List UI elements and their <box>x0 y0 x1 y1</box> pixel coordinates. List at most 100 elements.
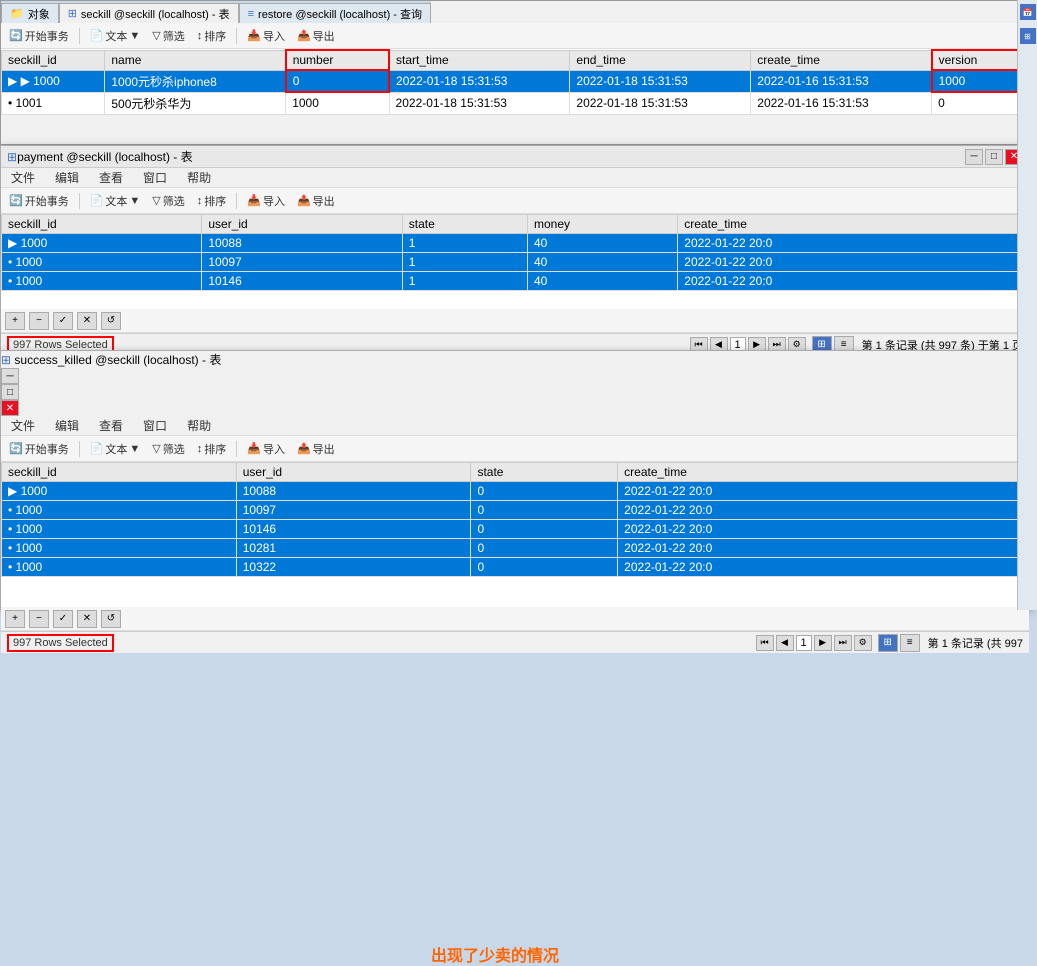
killed-remove-btn[interactable]: − <box>29 610 49 628</box>
table-row[interactable]: • 1000 10146 1 40 2022-01-22 20:0 <box>2 272 1029 291</box>
col-seckill-id[interactable]: seckill_id <box>2 50 105 70</box>
killed-cancel-btn[interactable]: ✕ <box>77 610 97 628</box>
payment-text-btn[interactable]: 📄 文本 ▼ <box>86 191 145 211</box>
col-start-time[interactable]: start_time <box>389 50 570 70</box>
payment-menu-window[interactable]: 窗口 <box>139 169 171 186</box>
cell-name: 500元秒杀华为 <box>105 92 286 114</box>
killed-confirm-btn[interactable]: ✓ <box>53 610 73 628</box>
table-row[interactable]: ▶ 1000 10088 1 40 2022-01-22 20:0 <box>2 234 1029 253</box>
table-row[interactable]: • 1000 10281 0 2022-01-22 20:0 <box>2 539 1029 558</box>
killed-maximize-btn[interactable]: □ <box>1 384 19 400</box>
k-col-seckill-id[interactable]: seckill_id <box>2 463 237 482</box>
killed-sort-btn[interactable]: ↕ 排序 <box>193 439 231 459</box>
tab-bar: 📁 对象 ⊞ seckill @seckill (localhost) - 表 … <box>1 1 431 23</box>
p-col-create-time[interactable]: create_time <box>678 215 1029 234</box>
seckill-text-btn[interactable]: 📄 文本 ▼ <box>86 26 145 46</box>
payment-refresh-btn[interactable]: ↺ <box>101 312 121 330</box>
killed-next-page-btn[interactable]: ▶ <box>814 635 832 651</box>
killed-menu-edit[interactable]: 编辑 <box>51 417 83 434</box>
payment-cancel-btn[interactable]: ✕ <box>77 312 97 330</box>
killed-close-btn[interactable]: ✕ <box>1 400 19 416</box>
payment-remove-btn[interactable]: − <box>29 312 49 330</box>
seckill-export-btn[interactable]: 📤 导出 <box>293 26 339 46</box>
k-col-create-time[interactable]: create_time <box>618 463 1029 482</box>
table-row[interactable]: • 1000 10097 1 40 2022-01-22 20:0 <box>2 253 1029 272</box>
seckill-filter-btn[interactable]: ▽ 筛选 <box>148 26 188 46</box>
table-row[interactable]: • 1001 500元秒杀华为 1000 2022-01-18 15:31:53… <box>2 92 1036 114</box>
payment-add-btn[interactable]: + <box>5 312 25 330</box>
sidebar-table-icon[interactable]: ⊞ <box>1020 28 1036 44</box>
col-end-time[interactable]: end_time <box>570 50 751 70</box>
k-cell-state: 0 <box>471 501 618 520</box>
killed-refresh-btn[interactable]: ↺ <box>101 610 121 628</box>
killed-title: success_killed @seckill (localhost) - 表 <box>14 353 221 367</box>
killed-start-transaction-btn[interactable]: 🔄 开始事务 <box>5 439 73 459</box>
killed-menu-file[interactable]: 文件 <box>7 417 39 434</box>
killed-grid-view-btn[interactable]: ⊞ <box>878 634 898 652</box>
payment-menubar: 文件 编辑 查看 窗口 帮助 <box>1 168 1029 188</box>
killed-export-btn[interactable]: 📤 导出 <box>293 439 339 459</box>
sidebar-calendar-icon[interactable]: 📅 <box>1020 4 1036 20</box>
text-dropdown-icon: ▼ <box>129 30 140 42</box>
payment-menu-edit[interactable]: 编辑 <box>51 169 83 186</box>
right-sidebar: 📅 ⊞ <box>1017 0 1037 610</box>
k-cell-create-time: 2022-01-22 20:0 <box>618 539 1029 558</box>
seckill-start-transaction-btn[interactable]: 🔄 开始事务 <box>5 26 73 46</box>
p-cell-create-time: 2022-01-22 20:0 <box>678 253 1029 272</box>
filter-icon: ▽ <box>152 29 160 42</box>
table-row[interactable]: • 1000 10097 0 2022-01-22 20:0 <box>2 501 1029 520</box>
killed-menu-help[interactable]: 帮助 <box>183 417 215 434</box>
payment-sort-btn[interactable]: ↕ 排序 <box>193 191 231 211</box>
start-transaction-icon: 🔄 <box>9 29 23 42</box>
k-cell-seckill-id: • 1000 <box>2 520 237 539</box>
p-col-user-id[interactable]: user_id <box>202 215 402 234</box>
killed-import-btn[interactable]: 📥 导入 <box>243 439 289 459</box>
p-cell-user-id: 10097 <box>202 253 402 272</box>
killed-form-view-btn[interactable]: ≡ <box>900 634 920 652</box>
col-name[interactable]: name <box>105 50 286 70</box>
payment-window-controls: ─ □ ✕ <box>965 149 1023 165</box>
killed-minimize-btn[interactable]: ─ <box>1 368 19 384</box>
killed-prev-page-btn[interactable]: ◀ <box>776 635 794 651</box>
tab-object[interactable]: 📁 对象 <box>1 3 59 23</box>
killed-filter-btn[interactable]: ▽ 筛选 <box>148 439 188 459</box>
seckill-import-btn[interactable]: 📥 导入 <box>243 26 289 46</box>
killed-add-btn[interactable]: + <box>5 610 25 628</box>
killed-text-btn[interactable]: 📄 文本 ▼ <box>86 439 145 459</box>
killed-settings-btn[interactable]: ⚙ <box>854 635 872 651</box>
killed-menu-view[interactable]: 查看 <box>95 417 127 434</box>
k-export-icon: 📤 <box>297 442 311 455</box>
p-col-money[interactable]: money <box>527 215 677 234</box>
payment-maximize-btn[interactable]: □ <box>985 149 1003 165</box>
p-sep1 <box>79 193 80 209</box>
payment-filter-btn[interactable]: ▽ 筛选 <box>148 191 188 211</box>
payment-table-container: seckill_id user_id state money create_ti… <box>1 214 1029 309</box>
payment-menu-file[interactable]: 文件 <box>7 169 39 186</box>
k-cell-user-id: 10088 <box>236 482 471 501</box>
payment-menu-view[interactable]: 查看 <box>95 169 127 186</box>
k-col-state[interactable]: state <box>471 463 618 482</box>
payment-menu-help[interactable]: 帮助 <box>183 169 215 186</box>
p-cell-state: 1 <box>402 234 527 253</box>
table-row[interactable]: • 1000 10146 0 2022-01-22 20:0 <box>2 520 1029 539</box>
col-number[interactable]: number <box>286 50 389 70</box>
k-col-user-id[interactable]: user_id <box>236 463 471 482</box>
killed-first-page-btn[interactable]: ⏮ <box>756 635 774 651</box>
payment-start-transaction-btn[interactable]: 🔄 开始事务 <box>5 191 73 211</box>
killed-menu-window[interactable]: 窗口 <box>139 417 171 434</box>
payment-confirm-btn[interactable]: ✓ <box>53 312 73 330</box>
table-row[interactable]: ▶ 1000 1000元秒杀iphone8 0 2022-01-18 15:31… <box>2 70 1036 92</box>
p-col-state[interactable]: state <box>402 215 527 234</box>
tab-seckill[interactable]: ⊞ seckill @seckill (localhost) - 表 <box>59 3 239 23</box>
payment-import-btn[interactable]: 📥 导入 <box>243 191 289 211</box>
seckill-sort-btn[interactable]: ↕ 排序 <box>193 26 231 46</box>
payment-export-btn[interactable]: 📤 导出 <box>293 191 339 211</box>
tab-restore[interactable]: ≡ restore @seckill (localhost) - 查询 <box>239 3 431 23</box>
table-row[interactable]: • 1000 10322 0 2022-01-22 20:0 <box>2 558 1029 577</box>
payment-minimize-btn[interactable]: ─ <box>965 149 983 165</box>
killed-last-page-btn[interactable]: ⏭ <box>834 635 852 651</box>
k-cell-create-time: 2022-01-22 20:0 <box>618 520 1029 539</box>
col-create-time[interactable]: create_time <box>751 50 932 70</box>
table-row[interactable]: ▶ 1000 10088 0 2022-01-22 20:0 <box>2 482 1029 501</box>
p-col-seckill-id[interactable]: seckill_id <box>2 215 202 234</box>
